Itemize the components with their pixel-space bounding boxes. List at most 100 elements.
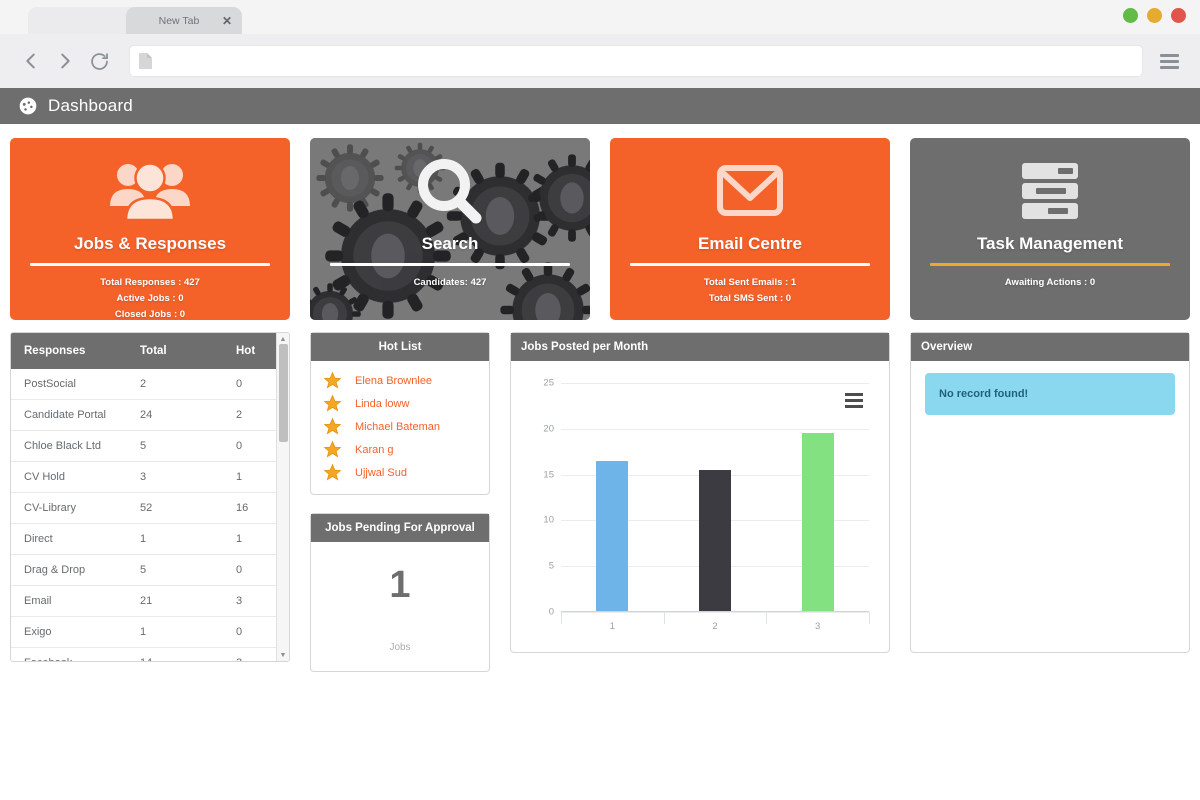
chart-x-tick-label: 3 [815,621,821,632]
cell-total: 3 [130,461,226,493]
chart-card: Jobs Posted per Month 0 5 10 15 20 25 1 2 3 [510,332,890,653]
browser-tab-2[interactable]: New Tab ✕ [126,7,242,34]
tile-stat-line: Total SMS Sent : 0 [708,293,792,304]
cell-hot: 0 [226,430,278,462]
star-icon [323,463,342,481]
scroll-down-arrow-icon[interactable]: ▼ [280,649,287,661]
candidate-name[interactable]: Ujjwal Sud [355,467,407,479]
jobs-pending-panel: Jobs Pending For Approval 1 Jobs [310,513,490,672]
chart-bar[interactable] [801,433,834,612]
hamburger-menu-icon[interactable] [1152,44,1186,78]
chart-bar[interactable] [699,470,731,612]
chart-plot-area: 0 5 10 15 20 25 1 2 3 [525,373,875,646]
cell-source: Candidate Portal [11,399,130,431]
tile-divider [929,263,1171,266]
cell-hot: 2 [226,399,278,431]
tile-email-centre[interactable]: Email Centre Total Sent Emails : 1 Total… [610,138,890,320]
table-row[interactable]: Exigo 1 0 [11,616,278,648]
cell-source: Email [11,585,130,617]
table-header-row: Responses Total Hot [11,333,278,369]
scrollbar-thumb[interactable] [279,344,288,442]
candidate-name[interactable]: Karan g [355,444,394,456]
cell-total: 1 [130,523,226,555]
address-bar[interactable] [130,46,1142,76]
chart-y-tick-label: 5 [548,560,554,572]
back-arrow-icon[interactable] [14,44,48,78]
tile-jobs-responses[interactable]: Jobs & Responses Total Responses : 427 A… [10,138,290,320]
cell-source: Drag & Drop [11,554,130,586]
chart-title: Jobs Posted per Month [511,333,889,361]
table-row[interactable]: Email 21 3 [11,585,278,617]
app-header: Dashboard [0,88,1200,124]
cell-total: 2 [130,369,226,400]
list-item[interactable]: Linda loww [311,392,489,415]
table-row[interactable]: Candidate Portal 24 2 [11,399,278,431]
dashboard-gauge-icon [18,96,38,116]
list-item[interactable]: Elena Brownlee [311,369,489,392]
cell-hot: 1 [226,523,278,555]
candidate-name[interactable]: Elena Brownlee [355,375,432,387]
jobs-pending-title: Jobs Pending For Approval [311,514,489,542]
table-row[interactable]: Facebook143 [11,647,278,661]
jobs-pending-label: Jobs [389,642,411,653]
responses-table-body: PostSocial 2 0 Candidate Portal 24 2 Chloe B… [11,369,278,661]
star-icon [323,371,342,389]
browser-window: ✕ New Tab ✕ [0,0,1200,800]
table-row[interactable]: CV Hold 3 1 [11,461,278,493]
chart-y-tick-label: 25 [543,377,554,389]
maximize-button[interactable] [1147,8,1162,23]
table-row[interactable]: CV-Library 52 16 [11,492,278,524]
star-icon [323,417,342,435]
cell-hot: 0 [226,616,278,648]
list-item[interactable]: Karan g [311,438,489,461]
tile-stats: Awaiting Actions : 0 [1005,275,1095,291]
star-icon [323,440,342,458]
browser-tab-2-close-icon[interactable]: ✕ [222,15,232,27]
responses-table-container: Responses Total Hot PostSocial 2 0 Candida… [10,332,290,662]
close-button[interactable] [1171,8,1186,23]
cell-source: PostSocial [11,369,130,400]
cell-total: 21 [130,585,226,617]
cell-hot: 1 [226,461,278,493]
dashboard-app: Dashboard Jobs & Responses Total Respons… [0,88,1200,672]
table-row[interactable]: Drag & Drop 5 0 [11,554,278,586]
column-header-responses[interactable]: Responses [11,333,130,369]
candidate-name[interactable]: Michael Bateman [355,421,440,433]
forward-arrow-icon[interactable] [48,44,82,78]
minimize-button[interactable] [1123,8,1138,23]
tile-stat-line: Total Responses : 427 [100,277,200,288]
cell-source: CV Hold [11,461,130,493]
tile-divider [29,263,271,266]
list-item[interactable]: Ujjwal Sud [311,461,489,484]
cell-total: 1 [130,616,226,648]
chart-context-menu-icon[interactable] [845,393,863,408]
tile-task-management[interactable]: Task Management Awaiting Actions : 0 [910,138,1190,320]
reload-icon[interactable] [82,44,116,78]
candidate-name[interactable]: Linda loww [355,398,409,410]
hot-list-panel: Hot List Elena Brownlee Linda loww Micha… [310,332,490,495]
table-row[interactable]: PostSocial 2 0 [11,369,278,400]
cell-hot: 0 [226,369,278,400]
chart-bar[interactable] [596,460,629,612]
cell-hot: 3 [226,647,278,661]
cell-total: 5 [130,554,226,586]
cell-hot: 16 [226,492,278,524]
hot-list-title: Hot List [311,333,489,361]
list-item[interactable]: Michael Bateman [311,415,489,438]
column-header-total[interactable]: Total [130,333,226,369]
chart-gridline [561,428,869,430]
panels-row: Responses Total Hot PostSocial 2 0 Candida… [0,320,1200,672]
responses-table: Responses Total Hot PostSocial 2 0 Candida… [11,333,278,661]
cell-total: 52 [130,492,226,524]
table-scrollbar[interactable]: ▲ ▼ [276,333,289,661]
table-row[interactable]: Direct 1 1 [11,523,278,555]
table-row[interactable]: Chloe Black Ltd 5 0 [11,430,278,462]
tile-search[interactable]: Search Candidates: 427 [310,138,590,320]
scrollbar-track[interactable] [279,344,288,650]
chart-body: 0 5 10 15 20 25 1 2 3 [511,361,889,652]
chart-y-tick-label: 15 [543,469,554,481]
chart-x-separator [663,612,665,624]
column-header-hot[interactable]: Hot [226,333,278,369]
chart-x-separator [869,612,870,624]
browser-nav-bar [0,34,1200,88]
